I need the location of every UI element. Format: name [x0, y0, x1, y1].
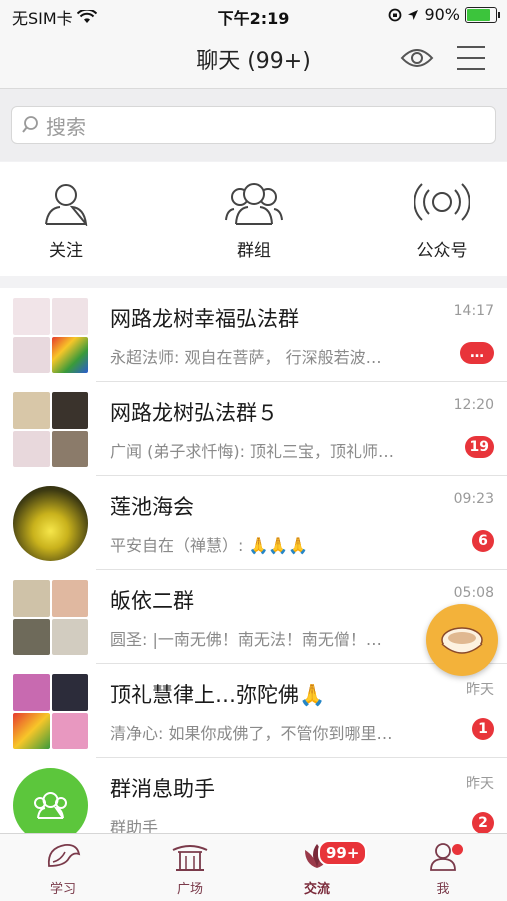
group-icon: [34, 792, 67, 819]
group-avatar: [13, 674, 88, 749]
chat-row[interactable]: 莲池海会 平安自在（禅慧）: 🙏🙏🙏 09:23 6: [0, 476, 507, 570]
tab-study[interactable]: 学习: [18, 840, 108, 897]
official-accounts-button[interactable]: 公众号: [392, 180, 492, 261]
tab-me-label: 我: [436, 882, 450, 897]
group-avatar: [13, 392, 88, 467]
location-icon: [408, 9, 419, 20]
groups-button[interactable]: 群组: [204, 180, 304, 261]
official-accounts-label: 公众号: [416, 241, 468, 261]
chat-preview: 广闻 (弟子求忏悔): 顶礼三宝，顶礼师…: [110, 442, 395, 461]
temple-icon: [172, 845, 208, 871]
group-avatar: [13, 298, 88, 373]
follow-label: 关注: [49, 241, 83, 261]
group-avatar: [13, 580, 88, 655]
battery-percent: 90%: [424, 5, 460, 24]
tab-plaza-label: 广场: [176, 882, 203, 897]
tab-bar: 学习 广场 交流 99+ 我: [0, 833, 507, 901]
chat-name: 皈依二群: [110, 589, 194, 613]
status-bar: 无SIM卡 下午2:19 90%: [0, 0, 507, 30]
chat-row[interactable]: 网路龙树幸福弘法群 永超法师: 观自在菩萨， 行深般若波… 14:17 …: [0, 288, 507, 382]
unread-badge: 1: [472, 718, 494, 740]
chat-time: 12:20: [453, 397, 494, 413]
chat-row[interactable]: 群消息助手 群助手 昨天 2: [0, 758, 507, 833]
follow-button[interactable]: 关注: [16, 180, 116, 261]
person-icon: [45, 184, 88, 228]
unread-badge: 2: [472, 812, 494, 833]
chat-name: 顶礼慧律上…弥陀佛🙏: [110, 683, 326, 707]
unread-badge: …: [460, 342, 494, 364]
chat-name: 莲池海会: [110, 495, 194, 519]
lotus-avatar: [13, 486, 88, 561]
tab-chat-label: 交流: [303, 882, 330, 897]
unread-badge: 6: [472, 530, 494, 552]
nav-bar: 聊天 (99+): [0, 30, 507, 89]
chat-preview: 永超法师: 观自在菩萨， 行深般若波…: [110, 348, 382, 367]
search-icon: [22, 116, 38, 133]
eye-icon[interactable]: [400, 46, 434, 70]
chat-preview: 清净心: 如果你成佛了，不管你到哪里…: [110, 724, 393, 743]
tab-me[interactable]: 我: [398, 840, 488, 897]
unread-badge: 19: [464, 436, 494, 458]
tab-study-label: 学习: [49, 882, 76, 897]
chat-row[interactable]: 顶礼慧律上…弥陀佛🙏 清净心: 如果你成佛了，不管你到哪里… 昨天 1: [0, 664, 507, 758]
chat-time: 05:08: [453, 585, 494, 601]
chat-preview: 平安自在（禅慧）: 🙏🙏🙏: [110, 536, 309, 555]
lock-rotation-icon: [389, 8, 402, 21]
conch-icon: [47, 844, 81, 867]
chat-name: 网路龙树弘法群５: [110, 401, 278, 425]
chat-list: 网路龙树幸福弘法群 永超法师: 观自在菩萨， 行深般若波… 14:17 … 网路…: [0, 288, 507, 833]
search-input[interactable]: 搜索: [11, 106, 496, 144]
teacup-icon: [441, 627, 483, 654]
menu-icon[interactable]: [457, 46, 485, 70]
group-icon: [225, 183, 283, 225]
groups-label: 群组: [237, 241, 271, 261]
chat-name: 群消息助手: [110, 777, 215, 801]
battery-icon: [465, 6, 500, 23]
search-placeholder: 搜索: [46, 114, 86, 139]
chat-time: 14:17: [453, 303, 494, 319]
group-assistant-avatar: [13, 768, 88, 833]
chat-time: 昨天: [466, 682, 494, 698]
notification-dot: [452, 844, 463, 855]
tab-plaza[interactable]: 广场: [145, 840, 235, 897]
search-section: 搜索: [0, 89, 507, 161]
chat-time: 昨天: [466, 776, 494, 792]
chat-preview: 群助手: [110, 818, 159, 833]
quick-actions: 关注 群组 公众号: [0, 162, 507, 276]
broadcast-icon: [413, 183, 471, 221]
chat-row[interactable]: 网路龙树弘法群５ 广闻 (弟子求忏悔): 顶礼三宝，顶礼师… 12:20 19: [0, 382, 507, 476]
chat-name: 网路龙树幸福弘法群: [110, 307, 299, 331]
chat-preview: 圆圣: |一南无佛！南无法！南无僧！…: [110, 630, 382, 649]
chat-time: 09:23: [453, 491, 494, 507]
tab-chat-badge: 99+: [318, 840, 368, 866]
floating-action-button[interactable]: [426, 604, 498, 676]
